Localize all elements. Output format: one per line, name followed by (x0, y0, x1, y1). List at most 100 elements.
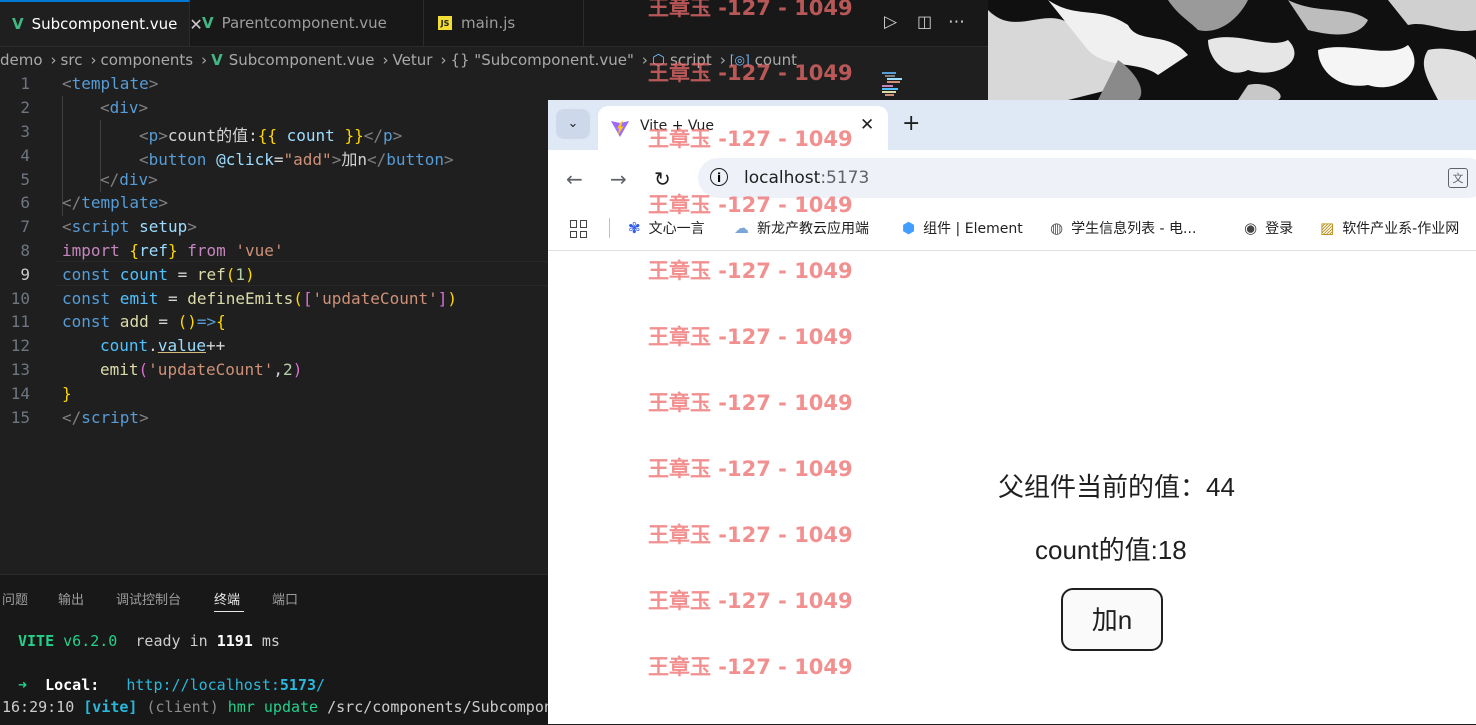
tab-parentcomponent-vue[interactable]: V Parentcomponent.vue (190, 0, 424, 46)
background-photo (988, 0, 1476, 100)
watermark: 王章玉 -127 - 1049 (648, 193, 853, 217)
code-editor[interactable]: 1 2 3 4 5 6 7 8 9 10 11 12 13 14 15 <tem… (0, 72, 548, 512)
panel-tab-ports[interactable]: 端口 (272, 589, 298, 608)
chevron-down-icon: ⌄ (567, 116, 579, 131)
chevron-right-icon: › (641, 51, 648, 69)
active-tab-indicator (214, 611, 244, 612)
minimap[interactable] (882, 70, 902, 98)
code-line: <p>count的值:{{ count }}</p> (139, 126, 403, 145)
watermark: 王章玉 -127 - 1049 (648, 61, 853, 85)
translate-icon[interactable]: 文 (1448, 168, 1468, 188)
tab-label: Parentcomponent.vue (221, 14, 387, 32)
terminal-line: 16:29:10 [vite] (client) hmr update /src… (2, 698, 553, 716)
line-number: 5 (20, 170, 30, 189)
line-number: 8 (20, 241, 30, 260)
line-number: 11 (10, 312, 30, 331)
add-n-button[interactable]: 加n (1061, 588, 1163, 651)
url-text[interactable]: localhost:5173 (744, 168, 869, 188)
tab-label: main.js (461, 14, 516, 32)
image-icon: ▨ (1320, 219, 1335, 237)
terminal-line: ➜ Local: http://localhost:5173/ (18, 676, 326, 694)
code-line: } (62, 384, 72, 403)
panel-tab-debug-console[interactable]: 调试控制台 (116, 589, 181, 608)
close-icon[interactable]: ✕ (860, 115, 874, 135)
chevron-right-icon: › (382, 51, 389, 69)
line-number: 3 (20, 122, 30, 141)
breadcrumb-item[interactable]: src (61, 51, 83, 69)
tab-search-button[interactable]: ⌄ (556, 109, 590, 139)
panel-tab-problems[interactable]: 问题 (2, 589, 28, 608)
parent-value-text: 父组件当前的值：44 (998, 472, 1235, 502)
apps-grid-icon[interactable] (570, 220, 588, 238)
line-number: 12 (10, 336, 30, 355)
back-arrow-icon[interactable]: ← (566, 167, 583, 191)
panel-tab-output[interactable]: 输出 (58, 589, 84, 608)
line-number: 14 (10, 384, 30, 403)
more-actions-icon[interactable]: ⋯ (948, 12, 965, 32)
watermark: 王章玉 -127 - 1049 (648, 127, 853, 151)
code-line: import {ref} from 'vue' (62, 241, 284, 260)
bookmark-item[interactable]: ▨ 软件产业系-作业网 (1320, 218, 1459, 238)
bookmark-item[interactable]: ◉ 登录 (1244, 218, 1293, 238)
breadcrumb-item[interactable]: demo (0, 51, 43, 69)
line-number: 15 (10, 408, 30, 427)
count-value-text: count的值:18 (1035, 535, 1187, 565)
panel-tab-terminal[interactable]: 终端 (214, 589, 240, 608)
watermark: 王章玉 -127 - 1049 (648, 391, 853, 415)
chevron-right-icon: › (50, 51, 57, 69)
compass-icon: ◍ (1050, 219, 1064, 237)
code-line: const count = ref(1) (62, 265, 255, 284)
code-line: <template> (62, 74, 159, 93)
vue-file-icon: V (211, 51, 223, 69)
bookmark-item[interactable]: ☁ 新龙产教云应用端 (734, 218, 869, 238)
tab-subcomponent-vue[interactable]: V Subcomponent.vue ✕ (0, 0, 203, 46)
code-line: <div> (100, 98, 149, 117)
line-number: 2 (20, 98, 30, 117)
tab-main-js[interactable]: JS main.js (424, 0, 584, 46)
reload-icon[interactable]: ↻ (654, 167, 671, 191)
line-number: 9 (20, 265, 30, 284)
line-number: 6 (20, 193, 30, 212)
watermark: 王章玉 -127 - 1049 (648, 0, 853, 20)
vue-file-icon: V (12, 15, 24, 33)
line-number: 7 (20, 217, 30, 236)
breadcrumb-item[interactable]: Vetur (393, 51, 433, 69)
chevron-right-icon: › (90, 51, 97, 69)
js-file-icon: JS (438, 16, 452, 30)
watermark: 王章玉 -127 - 1049 (648, 325, 853, 349)
bookmark-item[interactable]: ⬢ 组件 | Element (902, 218, 1023, 238)
vue-file-icon: V (202, 14, 214, 32)
code-line: <button @click="add">加n</button> (139, 150, 454, 169)
watermark: 王章玉 -127 - 1049 (648, 655, 853, 679)
line-number: 10 (10, 289, 30, 308)
watermark: 王章玉 -127 - 1049 (648, 457, 853, 481)
bottom-panel: 问题 输出 调试控制台 终端 端口 VITE v6.2.0 ready in 1… (0, 574, 553, 725)
code-line: const emit = defineEmits(['updateCount']… (62, 289, 458, 308)
vite-logo-icon (611, 120, 629, 137)
split-editor-icon[interactable]: ◫ (917, 12, 932, 31)
new-tab-button[interactable]: + (902, 111, 920, 136)
breadcrumb-item[interactable]: components (100, 51, 193, 69)
code-line: emit('updateCount',2) (100, 360, 303, 379)
watermark: 王章玉 -127 - 1049 (648, 589, 853, 613)
tab-label: Subcomponent.vue (31, 15, 178, 33)
line-number: 1 (20, 74, 30, 93)
breadcrumb-item[interactable]: Subcomponent.vue (229, 51, 375, 69)
site-info-icon[interactable]: i (710, 168, 728, 186)
watermark: 王章玉 -127 - 1049 (648, 259, 853, 283)
code-line: const add = ()=>{ (62, 312, 226, 331)
breadcrumb-item[interactable]: {} "Subcomponent.vue" (450, 51, 633, 69)
globe-icon: ◉ (1244, 219, 1258, 237)
code-line: <script setup> (62, 217, 197, 236)
cloud-icon: ☁ (734, 219, 749, 237)
watermark: 王章玉 -127 - 1049 (648, 523, 853, 547)
bookmark-item[interactable]: ◍ 学生信息列表 - 电... (1050, 218, 1196, 238)
element-logo-icon: ⬢ (902, 219, 916, 237)
code-line: count.value++ (100, 336, 226, 355)
divider (609, 218, 610, 238)
run-icon[interactable]: ▷ (884, 12, 897, 32)
forward-arrow-icon[interactable]: → (610, 167, 627, 191)
bookmark-item[interactable]: ✾ 文心一言 (628, 218, 705, 238)
code-line: </script> (62, 408, 149, 427)
terminal-line: VITE v6.2.0 ready in 1191 ms (18, 632, 280, 650)
